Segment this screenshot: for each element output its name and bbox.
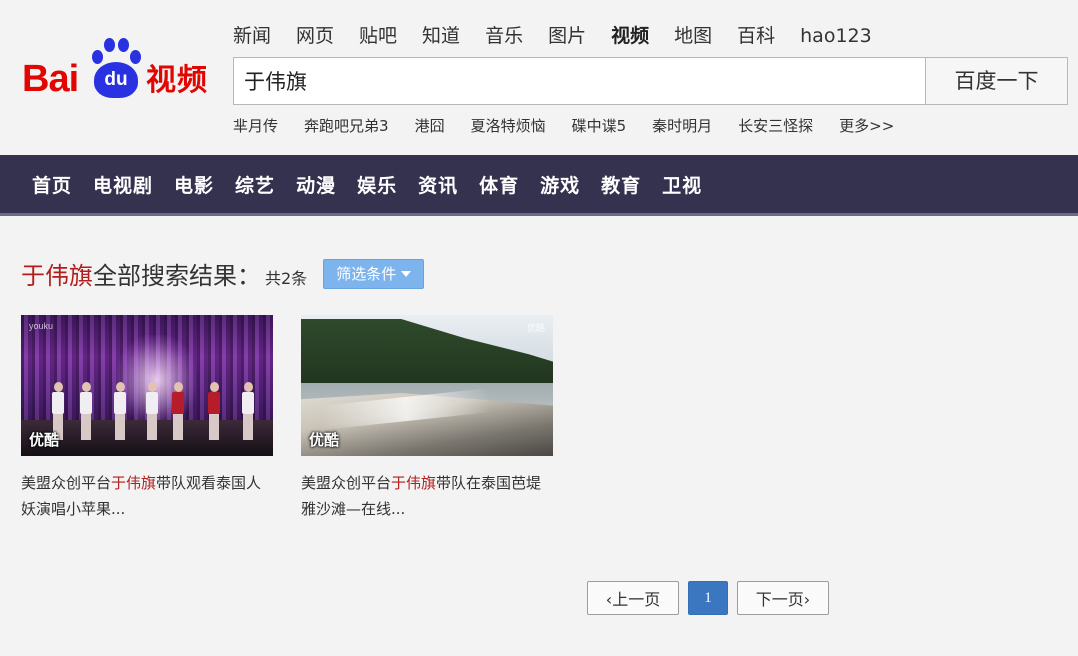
current-page[interactable]: 1 [688, 581, 728, 615]
baidu-video-logo[interactable]: Bai du 视频 [22, 36, 217, 106]
video-card[interactable]: 优酷 优酷 美盟众创平台于伟旗带队在泰国芭堤雅沙滩—在线... [301, 315, 553, 522]
hot-search-words: 芈月传 奔跑吧兄弟3 港囧 夏洛特烦恼 碟中谍5 秦时明月 长安三怪探 更多>> [233, 115, 920, 137]
nav-link-images[interactable]: 图片 [548, 24, 586, 48]
video-card[interactable]: youku 优酷 美盟众创平台于伟旗带队观看泰国人妖演唱小苹果... [21, 315, 273, 522]
more-hot-words-link[interactable]: 更多>> [839, 115, 894, 137]
hot-word-link[interactable]: 港囧 [415, 115, 445, 137]
category-variety[interactable]: 综艺 [235, 171, 275, 198]
logo-bai-text: Bai [22, 58, 79, 100]
nav-link-zhidao[interactable]: 知道 [422, 24, 460, 48]
pagination: ‹上一页 1 下一页› [587, 581, 829, 615]
category-news[interactable]: 资讯 [418, 171, 458, 198]
nav-link-web[interactable]: 网页 [296, 24, 334, 48]
category-movies[interactable]: 电影 [174, 171, 214, 198]
video-thumbnail[interactable]: 优酷 优酷 [301, 315, 553, 456]
filter-button-label: 筛选条件 [336, 265, 397, 283]
result-heading: 于伟旗 全部搜索结果： 共2条 筛选条件 [21, 256, 425, 291]
video-title[interactable]: 美盟众创平台于伟旗带队观看泰国人妖演唱小苹果... [21, 470, 271, 522]
caret-down-icon [401, 270, 412, 277]
result-count: 共2条 [265, 268, 308, 288]
hot-word-link[interactable]: 奔跑吧兄弟3 [304, 115, 389, 137]
nav-link-news[interactable]: 新闻 [233, 24, 271, 48]
logo-product-text: 视频 [146, 63, 208, 98]
category-sports[interactable]: 体育 [479, 171, 519, 198]
paw-icon: du [88, 36, 144, 100]
prev-page-button[interactable]: ‹上一页 [587, 581, 679, 615]
nav-link-baike[interactable]: 百科 [737, 24, 775, 48]
logo-du-text: du [94, 62, 138, 98]
hot-word-link[interactable]: 秦时明月 [652, 115, 712, 137]
category-anime[interactable]: 动漫 [296, 171, 336, 198]
search-input[interactable] [234, 58, 926, 104]
hot-word-link[interactable]: 芈月传 [233, 115, 278, 137]
source-badge: 优酷 [29, 431, 60, 449]
nav-link-video[interactable]: 视频 [611, 24, 649, 48]
video-thumbnail[interactable]: youku 优酷 [21, 315, 273, 456]
hot-word-link[interactable]: 碟中谍5 [572, 115, 627, 137]
category-entertainment[interactable]: 娱乐 [357, 171, 397, 198]
nav-link-hao123[interactable]: hao123 [800, 24, 872, 48]
category-tv-series[interactable]: 电视剧 [93, 171, 153, 198]
search-button[interactable]: 百度一下 [925, 57, 1068, 105]
nav-link-tieba[interactable]: 贴吧 [359, 24, 397, 48]
next-page-button[interactable]: 下一页› [737, 581, 829, 615]
video-title[interactable]: 美盟众创平台于伟旗带队在泰国芭堤雅沙滩—在线... [301, 470, 551, 522]
source-badge: 优酷 [309, 431, 340, 449]
result-title: 全部搜索结果： [93, 262, 261, 290]
nav-link-music[interactable]: 音乐 [485, 24, 523, 48]
video-watermark: youku [29, 321, 54, 331]
category-bar: 首页 电视剧 电影 综艺 动漫 娱乐 资讯 体育 游戏 教育 卫视 [0, 155, 1078, 216]
hot-word-link[interactable]: 夏洛特烦恼 [471, 115, 546, 137]
top-navigation: 新闻 网页 贴吧 知道 音乐 图片 视频 地图 百科 hao123 [233, 24, 897, 48]
header: Bai du 视频 新闻 网页 贴吧 知道 音乐 图片 视频 地图 百科 hao… [0, 0, 1078, 155]
nav-link-map[interactable]: 地图 [674, 24, 712, 48]
result-keyword: 于伟旗 [21, 262, 93, 290]
hot-word-link[interactable]: 长安三怪探 [738, 115, 813, 137]
search-box [233, 57, 926, 105]
filter-button[interactable]: 筛选条件 [323, 258, 425, 289]
category-home[interactable]: 首页 [32, 171, 72, 198]
category-satellite-tv[interactable]: 卫视 [662, 171, 702, 198]
category-education[interactable]: 教育 [601, 171, 641, 198]
category-games[interactable]: 游戏 [540, 171, 580, 198]
video-watermark: 优酷 [526, 324, 545, 334]
